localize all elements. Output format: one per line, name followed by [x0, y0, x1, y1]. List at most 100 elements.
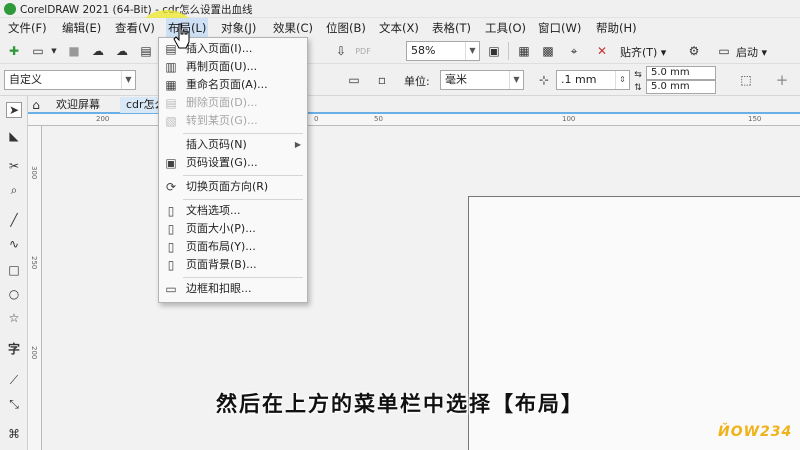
menu-item-document-options[interactable]: ▯ 文档选项... [159, 202, 307, 220]
rectangle-tool-icon[interactable]: □ [6, 262, 22, 278]
ruler-label: 150 [748, 115, 762, 123]
unit-combo[interactable]: 毫米 ▼ [440, 70, 524, 90]
ruler-label: 50 [374, 115, 383, 123]
ruler-label: 300 [30, 166, 38, 180]
menu-help[interactable]: 帮助(H) [594, 18, 639, 38]
menu-tools[interactable]: 工具(O) [483, 18, 528, 38]
page-size-value: 自定义 [9, 73, 42, 86]
snap-to-label: 贴齐(T) [620, 46, 658, 59]
options-gear-icon[interactable]: ⚙ [686, 43, 702, 59]
open-dropdown-icon[interactable]: ▼ [46, 43, 62, 59]
menu-item-label: 页码设置(G)... [186, 156, 258, 169]
menu-bitmaps[interactable]: 位图(B) [324, 18, 368, 38]
dimension-tool-icon[interactable]: ⟋ [6, 372, 22, 388]
menu-item-page-size[interactable]: ▯ 页面大小(P)... [159, 220, 307, 238]
add-icon[interactable]: + [774, 71, 790, 89]
cloud-download-icon[interactable]: ☁ [114, 43, 130, 59]
dup-y-field[interactable]: 5.0 mm [646, 80, 716, 94]
delete-page-icon: ▤ [165, 96, 177, 110]
menu-view[interactable]: 查看(V) [113, 18, 157, 38]
guidelines-icon[interactable]: ⌖ [566, 43, 582, 59]
ellipse-tool-icon[interactable]: ○ [6, 286, 22, 302]
text-tool-icon[interactable]: 字 [6, 340, 22, 356]
title-bar: CorelDRAW 2021 (64-Bit) - cdr怎么设置出血线 [0, 0, 800, 18]
polygon-tool-icon[interactable]: ☆ [6, 310, 22, 326]
ruler-label: 200 [30, 346, 38, 360]
document-tabs: ⌂ 欢迎屏幕 cdr怎么 [28, 96, 800, 114]
tab-welcome[interactable]: 欢迎屏幕 [50, 97, 106, 113]
launch-label: 启动 [736, 46, 758, 59]
chevron-down-icon: ▼ [465, 42, 479, 60]
border-grommet-icon: ▭ [165, 282, 177, 296]
menu-item-border-grommet[interactable]: ▭ 边框和扣眼... [159, 280, 307, 298]
menu-window[interactable]: 窗口(W) [536, 18, 583, 38]
menu-item-label: 页面布局(Y)... [186, 240, 256, 253]
freehand-tool-icon[interactable]: ╱ [6, 212, 22, 228]
toolbar-separator [508, 42, 509, 60]
all-pages-icon[interactable]: ▭ [346, 72, 362, 88]
menu-item-label: 删除页面(D)... [186, 96, 258, 109]
launch-button[interactable]: 启动 ▾ [736, 44, 767, 60]
grid-icon[interactable]: ▩ [540, 43, 556, 59]
cloud-upload-icon[interactable]: ☁ [90, 43, 106, 59]
ruler-label: 250 [30, 256, 38, 270]
ruler-label: 200 [96, 115, 110, 123]
crop-tool-icon[interactable]: ✂ [6, 158, 22, 174]
standard-toolbar: ✚ ▭ ▼ ■ ☁ ☁ ▤ ⇩ PDF 58% ▼ ▣ ▦ ▩ ⌖ ✕ 贴齐(T… [0, 38, 800, 64]
menu-text[interactable]: 文本(X) [377, 18, 421, 38]
pick-tool-icon[interactable]: ➤ [6, 102, 22, 118]
menu-separator [183, 199, 303, 200]
chevron-down-icon: ▼ [121, 71, 135, 89]
horizontal-ruler[interactable]: 200 0 50 100 150 [28, 114, 800, 126]
dup-x-field[interactable]: 5.0 mm [646, 66, 716, 80]
menu-item-rename-page[interactable]: ▦ 重命名页面(A)... [159, 76, 307, 94]
page-layout-icon: ▯ [167, 240, 175, 254]
hand-cursor-icon [173, 23, 190, 49]
nudge-field[interactable]: .1 mm ⇕ [556, 70, 630, 90]
print-icon[interactable]: ▤ [138, 43, 154, 59]
menu-item-label: 插入页面(I)... [186, 42, 253, 55]
launch-app-icon[interactable]: ▭ [716, 43, 732, 59]
current-page-icon[interactable]: ▫ [374, 72, 390, 88]
bleed-box-icon[interactable]: ⬚ [738, 72, 754, 88]
menu-item-duplicate-page[interactable]: ▥ 再制页面(U)... [159, 58, 307, 76]
window-title: CorelDRAW 2021 (64-Bit) - cdr怎么设置出血线 [20, 4, 253, 16]
menu-item-goto-page: ▧ 转到某页(G)... [159, 112, 307, 130]
ruler-label: 0 [314, 115, 319, 123]
artistic-media-icon[interactable]: ∿ [6, 236, 22, 252]
import-icon[interactable]: ⇩ [333, 43, 349, 59]
nudge-icon: ⊹ [538, 73, 550, 87]
goto-page-icon: ▧ [165, 114, 177, 128]
menu-item-insert-page-number[interactable]: 插入页码(N) ▶ [159, 136, 307, 154]
menu-effects[interactable]: 效果(C) [271, 18, 315, 38]
menu-item-label: 转到某页(G)... [186, 114, 258, 127]
snap-off-icon[interactable]: ✕ [594, 43, 610, 59]
export-pdf-icon[interactable]: PDF [355, 43, 371, 59]
open-folder-icon[interactable]: ▭ [30, 43, 46, 59]
menu-table[interactable]: 表格(T) [430, 18, 473, 38]
menu-edit[interactable]: 编辑(E) [60, 18, 103, 38]
menu-object[interactable]: 对象(J) [219, 18, 258, 38]
shape-tool-icon[interactable]: ◣ [6, 128, 22, 144]
menu-item-switch-orientation[interactable]: ⟳ 切换页面方向(R) [159, 178, 307, 196]
page-size-icon: ▯ [167, 222, 175, 236]
envelope-tool-icon[interactable]: ⌘ [6, 426, 22, 442]
menu-item-page-layout[interactable]: ▯ 页面布局(Y)... [159, 238, 307, 256]
menu-file[interactable]: 文件(F) [6, 18, 49, 38]
menu-item-delete-page: ▤ 删除页面(D)... [159, 94, 307, 112]
save-icon[interactable]: ■ [66, 43, 82, 59]
new-document-icon[interactable]: ✚ [6, 43, 22, 59]
zoom-tool-icon[interactable]: ⌕ [6, 182, 22, 198]
zoom-combo[interactable]: 58% ▼ [406, 41, 480, 61]
menu-bar: 文件(F) 编辑(E) 查看(V) 布局(L) 对象(J) 效果(C) 位图(B… [0, 18, 800, 38]
menu-item-page-number-settings[interactable]: ▣ 页码设置(G)... [159, 154, 307, 172]
video-caption: 然后在上方的菜单栏中选择【布局】 [216, 392, 584, 416]
property-bar: 自定义 ▼ ▭ ▫ 单位: 毫米 ▼ ⊹ .1 mm ⇕ ⇆ 5.0 mm ⇅ … [0, 64, 800, 96]
menu-item-page-background[interactable]: ▯ 页面背景(B)... [159, 256, 307, 274]
home-icon[interactable]: ⌂ [28, 97, 44, 113]
dup-y-value: 5.0 mm [651, 81, 690, 92]
rulers-icon[interactable]: ▦ [516, 43, 532, 59]
snap-to-button[interactable]: 贴齐(T) ▾ [620, 44, 666, 60]
full-screen-icon[interactable]: ▣ [486, 43, 502, 59]
page-size-combo[interactable]: 自定义 ▼ [4, 70, 136, 90]
